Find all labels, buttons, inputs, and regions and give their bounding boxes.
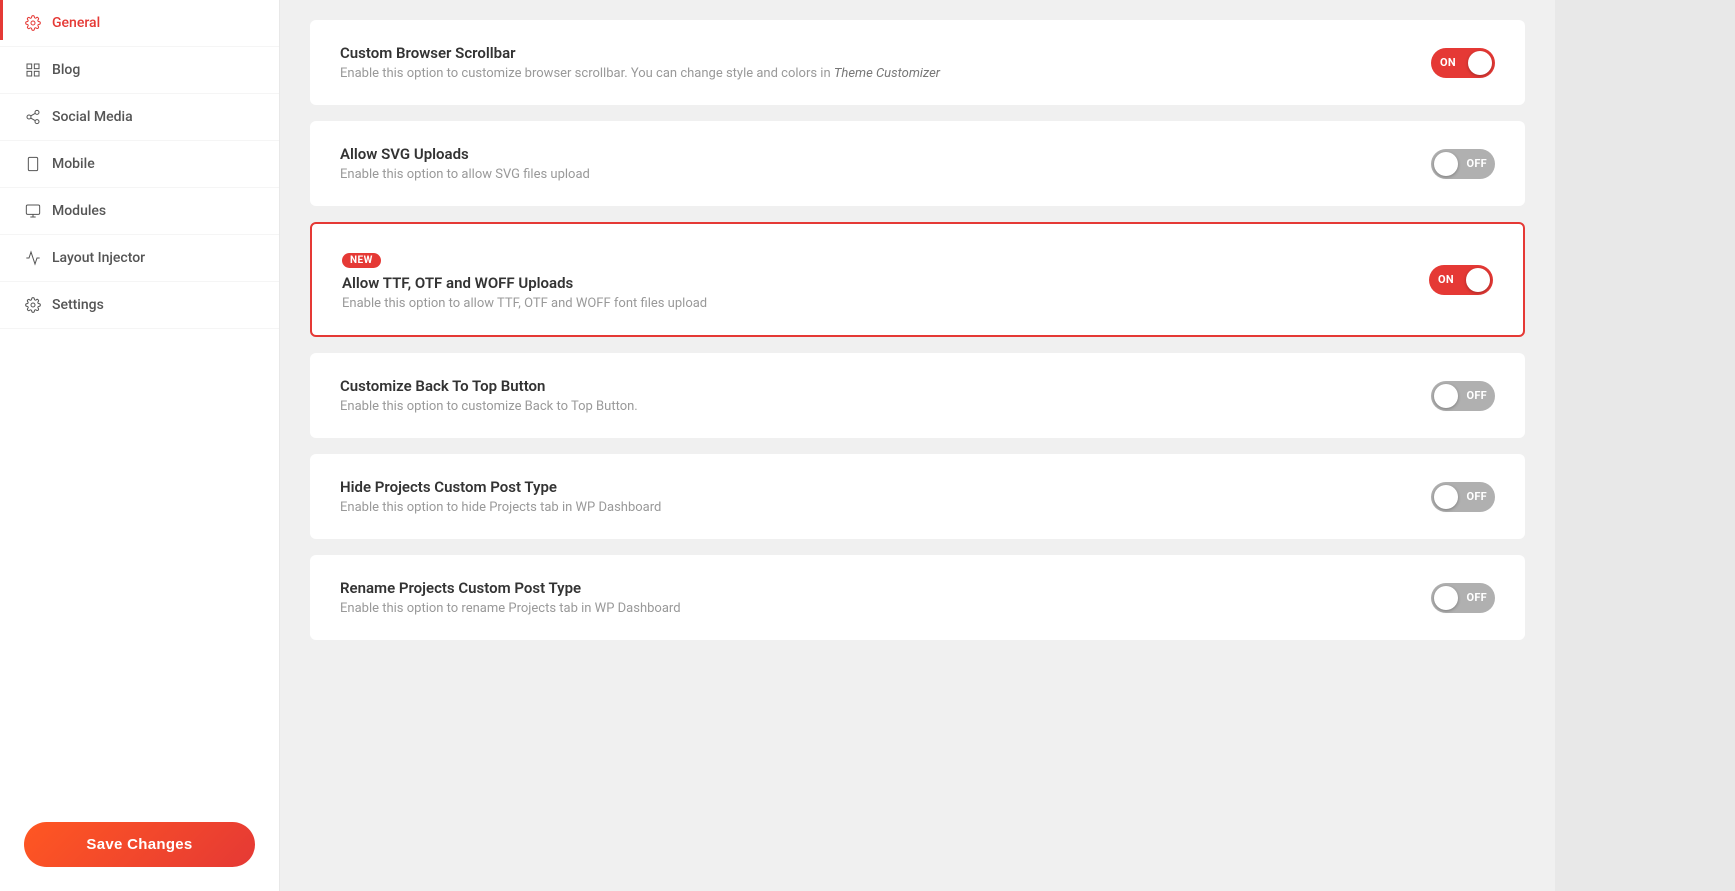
toggle-wrapper-back-to-top: OFF [1431, 381, 1495, 411]
toggle-font-uploads[interactable]: ON [1429, 265, 1493, 295]
sidebar-item-blog-label: Blog [52, 62, 80, 78]
toggle-knob-svg-uploads [1434, 152, 1458, 176]
sidebar-item-social-media-label: Social Media [52, 109, 133, 125]
toggle-label-back-to-top: OFF [1466, 389, 1487, 402]
setting-desc-custom-scrollbar: Enable this option to customize browser … [340, 66, 1401, 81]
sidebar-item-social-media[interactable]: Social Media [0, 94, 279, 141]
toggle-rename-projects[interactable]: OFF [1431, 583, 1495, 613]
toggle-wrapper-svg-uploads: OFF [1431, 149, 1495, 179]
setting-info-hide-projects: Hide Projects Custom Post Type Enable th… [340, 478, 1401, 515]
setting-info-svg-uploads: Allow SVG Uploads Enable this option to … [340, 145, 1401, 182]
sidebar: General Blog Social Media Mobile Modules [0, 0, 280, 891]
setting-info-rename-projects: Rename Projects Custom Post Type Enable … [340, 579, 1401, 616]
toggle-knob-font-uploads [1466, 268, 1490, 292]
sidebar-item-blog[interactable]: Blog [0, 47, 279, 94]
sidebar-item-settings-label: Settings [52, 297, 104, 313]
setting-info-font-uploads: NEW Allow TTF, OTF and WOFF Uploads Enab… [342, 248, 1399, 311]
toggle-knob-hide-projects [1434, 485, 1458, 509]
sidebar-nav: General Blog Social Media Mobile Modules [0, 0, 279, 798]
setting-desc-font-uploads: Enable this option to allow TTF, OTF and… [342, 296, 1399, 311]
setting-card-svg-uploads: Allow SVG Uploads Enable this option to … [310, 121, 1525, 206]
toggle-wrapper-font-uploads: ON [1429, 265, 1493, 295]
new-badge: NEW [342, 253, 381, 268]
modules-icon [24, 202, 42, 220]
toggle-label-hide-projects: OFF [1466, 490, 1487, 503]
toggle-custom-scrollbar[interactable]: ON [1431, 48, 1495, 78]
setting-title-font-uploads: Allow TTF, OTF and WOFF Uploads [342, 274, 1399, 292]
toggle-knob-rename-projects [1434, 586, 1458, 610]
setting-card-custom-scrollbar: Custom Browser Scrollbar Enable this opt… [310, 20, 1525, 105]
setting-card-rename-projects: Rename Projects Custom Post Type Enable … [310, 555, 1525, 640]
sidebar-item-modules[interactable]: Modules [0, 188, 279, 235]
setting-title-hide-projects: Hide Projects Custom Post Type [340, 478, 1401, 496]
sidebar-item-layout-injector-label: Layout Injector [52, 250, 145, 266]
toggle-svg-uploads[interactable]: OFF [1431, 149, 1495, 179]
setting-title-custom-scrollbar: Custom Browser Scrollbar [340, 44, 1401, 62]
setting-card-back-to-top: Customize Back To Top Button Enable this… [310, 353, 1525, 438]
setting-desc-back-to-top: Enable this option to customize Back to … [340, 399, 1401, 414]
toggle-label-custom-scrollbar: ON [1440, 56, 1456, 69]
toggle-back-to-top[interactable]: OFF [1431, 381, 1495, 411]
toggle-knob-custom-scrollbar [1468, 51, 1492, 75]
sidebar-item-layout-injector[interactable]: Layout Injector [0, 235, 279, 282]
sidebar-item-settings[interactable]: Settings [0, 282, 279, 329]
setting-info-back-to-top: Customize Back To Top Button Enable this… [340, 377, 1401, 414]
sidebar-item-general-label: General [52, 15, 100, 31]
sidebar-item-mobile[interactable]: Mobile [0, 141, 279, 188]
mobile-icon [24, 155, 42, 173]
share-icon [24, 108, 42, 126]
setting-card-font-uploads: NEW Allow TTF, OTF and WOFF Uploads Enab… [310, 222, 1525, 337]
toggle-label-font-uploads: ON [1438, 273, 1454, 286]
setting-title-svg-uploads: Allow SVG Uploads [340, 145, 1401, 163]
sidebar-item-modules-label: Modules [52, 203, 106, 219]
setting-desc-svg-uploads: Enable this option to allow SVG files up… [340, 167, 1401, 182]
setting-info-custom-scrollbar: Custom Browser Scrollbar Enable this opt… [340, 44, 1401, 81]
sidebar-item-general[interactable]: General [0, 0, 279, 47]
toggle-label-rename-projects: OFF [1466, 591, 1487, 604]
toggle-label-svg-uploads: OFF [1466, 157, 1487, 170]
layout-icon [24, 249, 42, 267]
toggle-knob-back-to-top [1434, 384, 1458, 408]
setting-desc-hide-projects: Enable this option to hide Projects tab … [340, 500, 1401, 515]
setting-title-rename-projects: Rename Projects Custom Post Type [340, 579, 1401, 597]
gear-icon [24, 14, 42, 32]
sidebar-item-mobile-label: Mobile [52, 156, 95, 172]
setting-title-back-to-top: Customize Back To Top Button [340, 377, 1401, 395]
setting-desc-rename-projects: Enable this option to rename Projects ta… [340, 601, 1401, 616]
right-panel [1555, 0, 1735, 891]
toggle-wrapper-hide-projects: OFF [1431, 482, 1495, 512]
grid-icon [24, 61, 42, 79]
save-button-container: Save Changes [0, 798, 279, 891]
settings-icon [24, 296, 42, 314]
setting-card-hide-projects: Hide Projects Custom Post Type Enable th… [310, 454, 1525, 539]
toggle-wrapper-custom-scrollbar: ON [1431, 48, 1495, 78]
toggle-hide-projects[interactable]: OFF [1431, 482, 1495, 512]
save-changes-button[interactable]: Save Changes [24, 822, 255, 867]
toggle-wrapper-rename-projects: OFF [1431, 583, 1495, 613]
main-content: Custom Browser Scrollbar Enable this opt… [280, 0, 1555, 891]
